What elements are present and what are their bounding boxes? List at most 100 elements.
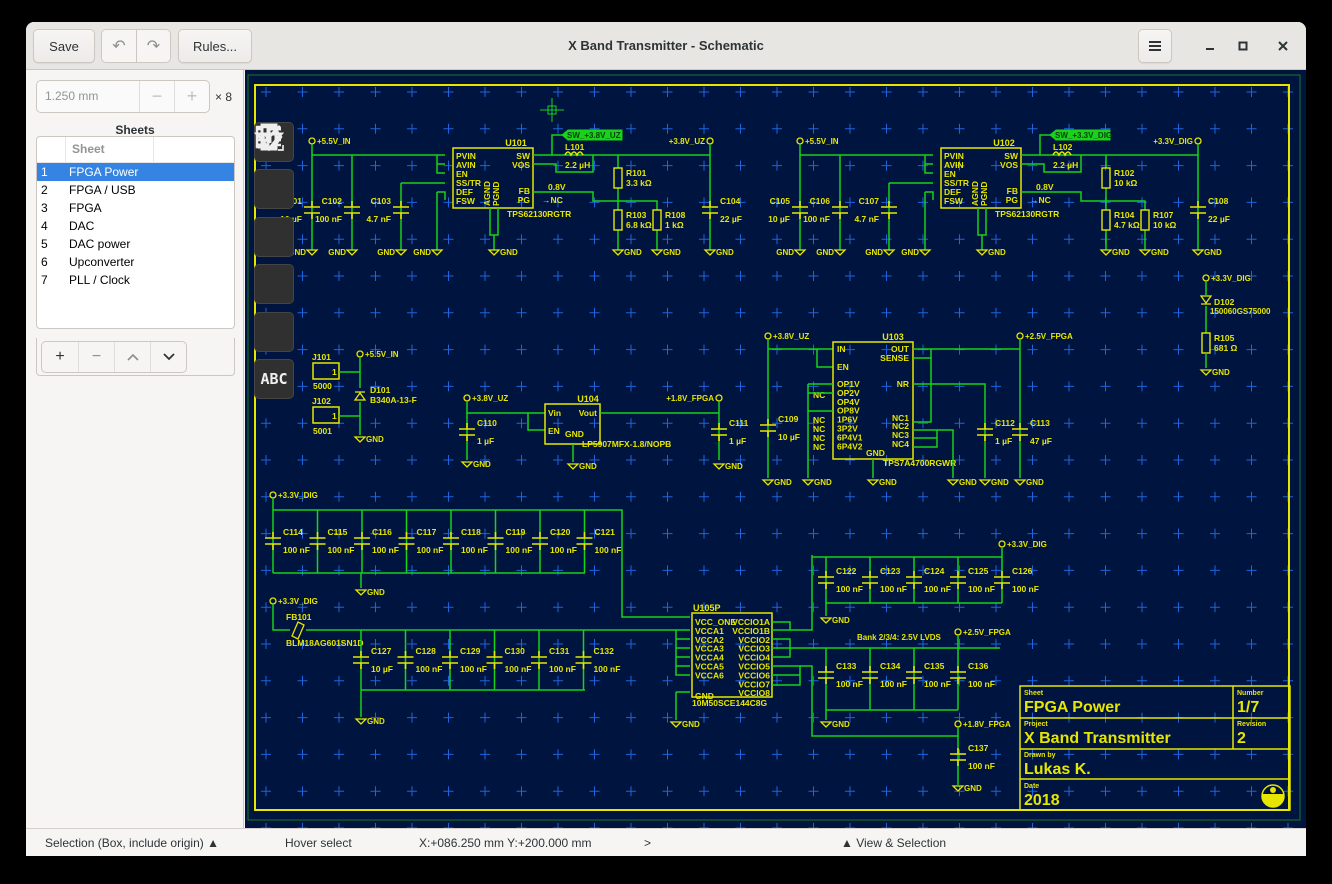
- grid-cross: [443, 602, 454, 613]
- component-ref: C107: [859, 196, 880, 206]
- remove-sheet-button[interactable]: −: [78, 342, 114, 372]
- tool-draw-net[interactable]: [254, 127, 294, 210]
- ic-ref: U101: [505, 138, 527, 148]
- grid-cross: [881, 160, 892, 171]
- maximize-button[interactable]: [1233, 36, 1253, 56]
- grid-cross: [991, 455, 1001, 465]
- sheet-number: 6: [41, 255, 48, 269]
- grid-cross: [589, 307, 600, 318]
- component-value: 2.2 µH: [565, 160, 590, 170]
- sidebar: 1.250 mm − + × 8 Sheets Sheet 1 FPGA Powe…: [26, 70, 244, 828]
- grid-cross: [516, 271, 527, 281]
- sheet-row[interactable]: 2 FPGA / USB: [37, 181, 234, 199]
- sheet-list[interactable]: Sheet 1 FPGA Power 2 FPGA / USB 3 FPGA 4 DAC 5 DA…: [36, 136, 235, 329]
- grid-increase-button[interactable]: +: [174, 81, 209, 112]
- power-port: [269, 491, 277, 499]
- pin-label: PGND: [491, 181, 501, 206]
- grid-cross: [480, 639, 490, 649]
- grid-cross: [1027, 491, 1038, 502]
- component-ref: L101: [565, 142, 585, 152]
- cursor-coordinates: X:+086.250 mm Y:+200.000 mm: [419, 836, 592, 850]
- view-selection-dropdown[interactable]: ▲ View & Selection: [841, 836, 946, 850]
- grid-cross: [1246, 234, 1257, 245]
- grid-cross: [589, 344, 600, 355]
- grid-cross: [991, 197, 1001, 208]
- grid-cross: [1100, 491, 1111, 502]
- power-port: [269, 597, 277, 605]
- schematic-drawing[interactable]: +5.5V_IN+3.8V_UZC10110 µFC102100 nFC1034…: [245, 70, 1306, 828]
- grid-cross: [662, 271, 673, 281]
- hover-select-toggle[interactable]: Hover select: [285, 836, 352, 850]
- close-icon: [1278, 41, 1288, 51]
- component-value: 100 nF: [594, 664, 621, 674]
- component-ref: J101: [312, 352, 331, 362]
- selection-mode-dropdown[interactable]: Selection (Box, include origin) ▲: [45, 836, 219, 850]
- grid-cross: [626, 712, 636, 723]
- grid-cross: [772, 123, 782, 134]
- grid-cross: [370, 491, 381, 502]
- power-label: +2.5V_FPGA: [1025, 332, 1073, 341]
- grid-cross: [1064, 381, 1074, 392]
- sheet-row[interactable]: 5 DAC power: [37, 235, 234, 253]
- tool-draw-line[interactable]: [254, 124, 294, 352]
- sheet-row[interactable]: 3 FPGA: [37, 199, 234, 217]
- sheet-row[interactable]: 6 Upconverter: [37, 253, 234, 271]
- net-wire: [1039, 134, 1050, 155]
- grid-cross: [261, 565, 271, 576]
- move-sheet-down-button[interactable]: [150, 342, 186, 372]
- grid-cross: [480, 160, 490, 171]
- ground-symbol: [1199, 369, 1213, 376]
- add-sheet-button[interactable]: +: [42, 342, 78, 372]
- tool-place-text[interactable]: ABC: [254, 358, 294, 399]
- sheet-row[interactable]: 1 FPGA Power: [37, 163, 234, 181]
- component-value: 4.7 kΩ: [1114, 220, 1140, 230]
- grid-cross: [991, 491, 1001, 502]
- component-ref: C128: [416, 646, 437, 656]
- sheet-column-header[interactable]: Sheet: [66, 137, 154, 162]
- line-icon: [256, 124, 284, 151]
- grid-cross: [1210, 491, 1220, 502]
- grid-decrease-button[interactable]: −: [139, 81, 174, 112]
- grid-cross: [480, 565, 490, 576]
- grid-cross: [443, 381, 454, 392]
- grid-cross: [881, 418, 892, 429]
- grid-cross: [1246, 123, 1257, 134]
- grid-cross: [954, 491, 965, 502]
- grid-cross: [480, 123, 490, 134]
- status-expand-arrow[interactable]: >: [644, 836, 651, 850]
- component-value: 10 kΩ: [1114, 178, 1138, 188]
- grid-cross: [662, 160, 673, 171]
- pin-label: EN: [548, 426, 560, 436]
- grid-spacing-input[interactable]: 1.250 mm: [37, 81, 139, 112]
- grid-cross: [1064, 271, 1074, 281]
- grid-cross: [297, 87, 308, 97]
- grid-cross: [881, 786, 892, 797]
- grid-cross: [918, 123, 928, 134]
- minimize-button[interactable]: [1200, 36, 1220, 56]
- sheet-row[interactable]: 4 DAC: [37, 217, 234, 235]
- close-button[interactable]: [1273, 36, 1293, 56]
- power-port: [1016, 332, 1024, 340]
- grid-cross: [772, 786, 782, 797]
- grid-cross: [1064, 491, 1074, 502]
- pin-label: PGND: [979, 181, 989, 206]
- grid-spacing-spinner[interactable]: 1.250 mm − +: [36, 80, 210, 113]
- grid-cross: [1210, 455, 1220, 465]
- component-value: 100 nF: [968, 679, 995, 689]
- component-ref: C131: [549, 646, 570, 656]
- grid-cross: [881, 491, 892, 502]
- grid-cross: [480, 87, 490, 97]
- grid-cross: [735, 491, 746, 502]
- grid-cross: [334, 234, 344, 245]
- pin-number: 1: [332, 411, 337, 421]
- gnd-label: GND: [879, 478, 897, 487]
- tool-power-symbol[interactable]: [254, 124, 294, 305]
- main-menu-button[interactable]: [1138, 29, 1172, 63]
- grid-cross: [516, 87, 527, 97]
- grid-cross: [881, 528, 892, 539]
- move-sheet-up-button[interactable]: [114, 342, 150, 372]
- component-value: 10 µF: [768, 214, 790, 224]
- schematic-canvas[interactable]: +5.5V_IN+3.8V_UZC10110 µFC102100 nFC1034…: [245, 70, 1306, 828]
- sheet-row[interactable]: 7 PLL / Clock: [37, 271, 234, 289]
- tool-net-label[interactable]: N: [254, 125, 294, 257]
